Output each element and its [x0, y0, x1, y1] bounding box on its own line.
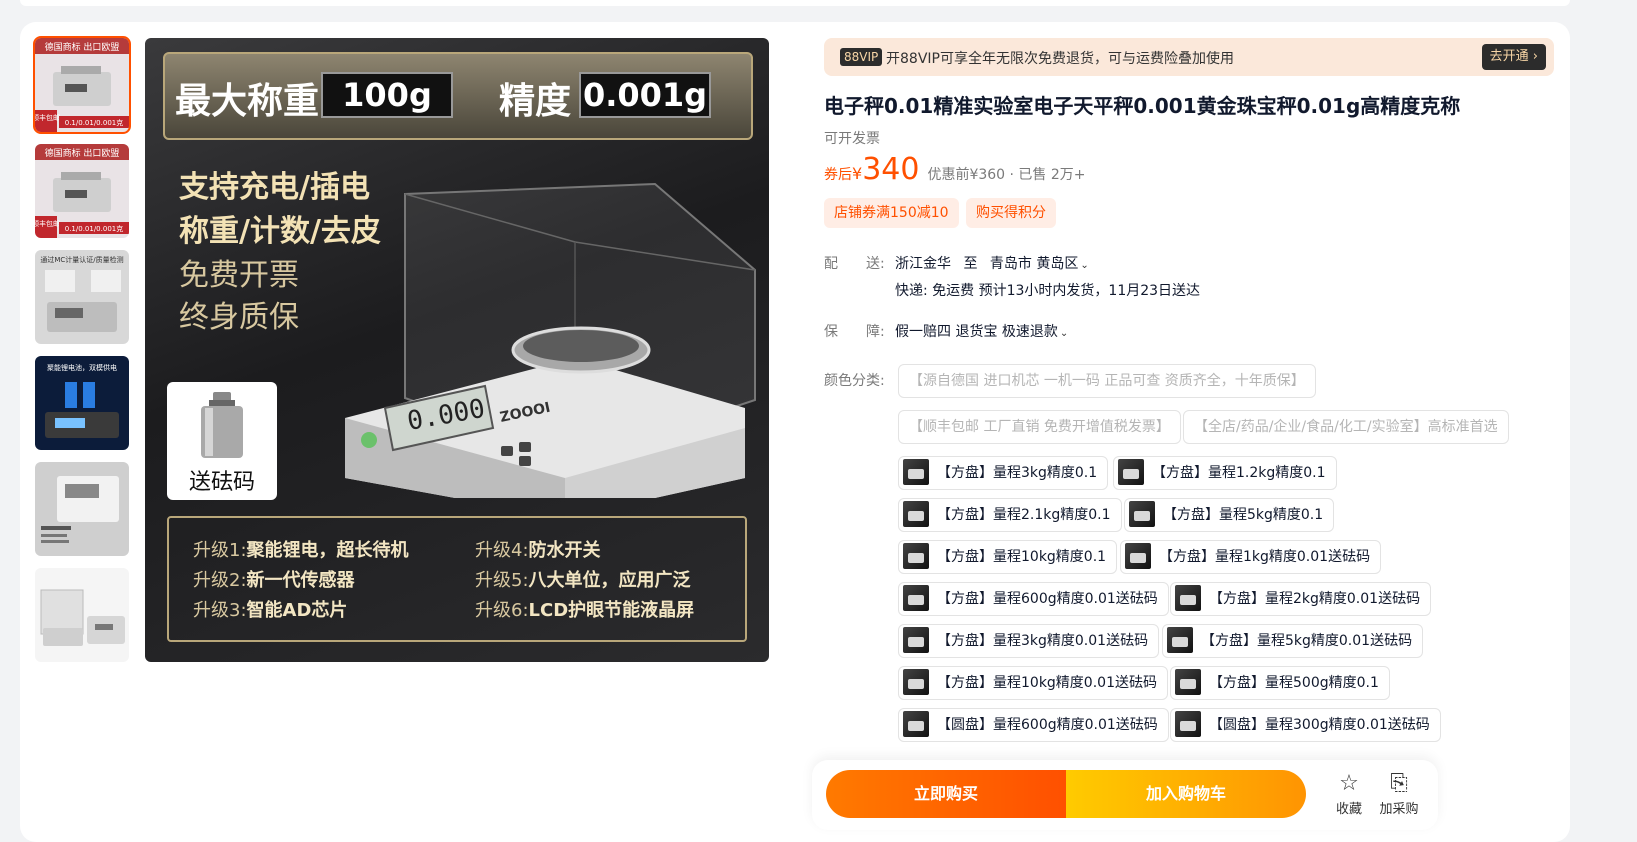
add-purchase-label: 加采购: [1379, 802, 1419, 817]
feature-warranty: 终身质保: [179, 300, 299, 335]
buy-now-button[interactable]: 立即购买: [826, 770, 1066, 818]
thumb-badge: 顺丰包邮: [35, 219, 60, 228]
thumb-caption: 0.1/0.01/0.001克: [65, 119, 123, 127]
spec-max-weight-label: 最大称重: [175, 81, 320, 122]
sku-thumbnail: [903, 710, 929, 737]
spec-precision-value: 0.001g: [579, 72, 711, 118]
sku-option[interactable]: 【方盘】量程2kg精度0.01送砝码: [1170, 582, 1432, 616]
sku-thumbnail: [903, 668, 929, 695]
coupon-tag[interactable]: 店铺券满150减10: [824, 198, 959, 228]
gift-label: 送砝码: [188, 470, 255, 495]
thumbnail-6[interactable]: [35, 568, 129, 662]
thumbnail-1[interactable]: 德国商标 出口欧盟 顺丰包邮 0.1/0.01/0.001克: [33, 36, 131, 134]
upgrade-list: 升级1:聚能锂电，超长待机 升级2:新一代传感器 升级3:智能AD芯片 升级4:…: [167, 516, 747, 642]
delivery-detail: 快递: 免运费 预计13小时内发货，11月23日送达: [895, 283, 1201, 299]
thumb-caption: 0.1/0.01/0.001克: [65, 225, 123, 233]
chevron-down-icon[interactable]: ⌄: [1060, 328, 1068, 339]
price-currency: ¥: [852, 164, 863, 183]
sku-thumbnail: [903, 458, 929, 485]
sku-thumbnail: [1175, 668, 1201, 695]
add-to-cart-button[interactable]: 加入购物车: [1066, 770, 1306, 818]
sku-thumbnail: [1125, 542, 1151, 569]
delivery-destination[interactable]: 青岛市 黄岛区: [990, 256, 1078, 272]
upgrade-item: 升级5:八大单位，应用广泛: [475, 570, 691, 591]
guarantee-value[interactable]: 假一赔四 退货宝 极速退款 ⌄: [895, 321, 1068, 341]
upgrade-item: 升级2:新一代传感器: [193, 570, 355, 591]
sku-thumbnail: [1175, 710, 1201, 737]
product-title: 电子秤0.01精准实验室电子天平秤0.001黄金珠宝秤0.01g高精度克称: [824, 94, 1461, 118]
delivery-route: 浙江金华 至 青岛市 黄岛区 ⌄: [895, 253, 1089, 273]
sku-option-text[interactable]: 【源自德国 进口机芯 一机一码 正品可查 资质齐全，十年质保】: [898, 364, 1316, 398]
sku-option[interactable]: 【方盘】量程1.2kg精度0.1: [1113, 456, 1337, 490]
thumbnail-2[interactable]: 德国商标 出口欧盟 顺丰包邮 0.1/0.01/0.001克: [35, 144, 129, 238]
sku-label: 颜色分类:: [824, 373, 885, 389]
favorite-label: 收藏: [1335, 802, 1362, 817]
chevron-down-icon[interactable]: ⌄: [1080, 260, 1088, 271]
sku-thumbnail: [1129, 500, 1155, 527]
sku-thumbnail: [903, 542, 929, 569]
upgrade-item: 升级3:智能AD芯片: [193, 600, 348, 621]
invoice-note: 可开发票: [824, 131, 880, 147]
sku-option[interactable]: 【方盘】量程500g精度0.1: [1170, 666, 1390, 700]
sku-option[interactable]: 【圆盘】量程300g精度0.01送砝码: [1170, 708, 1441, 742]
upgrade-item: 升级1:聚能锂电，超长待机: [193, 540, 409, 561]
thumbnail-4[interactable]: 聚能锂电池，双模供电: [35, 356, 129, 450]
thumbnail-3[interactable]: 通过MC计量认证/质量检测: [35, 250, 129, 344]
sku-thumbnail: [1175, 584, 1201, 611]
sku-thumbnail: [903, 500, 929, 527]
thumb-top-label: 德国商标 出口欧盟: [45, 41, 120, 53]
vip-text: 开88VIP可享全年无限次免费退货，可与运费险叠加使用: [886, 51, 1234, 67]
thumb-top-label: 聚能锂电池，双模供电: [47, 363, 117, 372]
sku-thumbnail: [903, 584, 929, 611]
star-icon: ☆: [1339, 771, 1359, 796]
price-prefix: 券后: [824, 167, 852, 183]
purchase-list-icon: ⎘: [1390, 771, 1408, 796]
thumb-top-label: 德国商标 出口欧盟: [45, 147, 120, 159]
price-original-sold: 优惠前¥360 · 已售 2万+: [927, 167, 1086, 183]
delivery-from: 浙江金华: [895, 256, 951, 272]
sku-option[interactable]: 【圆盘】量程600g精度0.01送砝码: [898, 708, 1169, 742]
sku-option-text[interactable]: 【顺丰包邮 工厂直销 免费开增值税发票】: [898, 410, 1181, 444]
thumbnail-list: 德国商标 出口欧盟 顺丰包邮 0.1/0.01/0.001克 德国商标 出口欧盟…: [33, 36, 131, 674]
add-purchase-button[interactable]: ⎘ 加采购: [1374, 771, 1424, 818]
spec-max-weight-value: 100g: [321, 72, 453, 118]
vip-badge: 88VIP: [840, 48, 883, 66]
sku-option[interactable]: 【方盘】量程3kg精度0.01送砝码: [898, 624, 1160, 658]
sku-option-text[interactable]: 【全店/药品/企业/食品/化工/实验室】高标准首选: [1183, 410, 1509, 444]
sku-option[interactable]: 【方盘】量程1kg精度0.01送砝码: [1120, 540, 1382, 574]
gift-weight-box: 送砝码: [167, 382, 277, 500]
sku-thumbnail: [1118, 458, 1144, 485]
calibration-weight-icon: [201, 392, 243, 458]
upgrade-item: 升级6:LCD护眼节能液晶屏: [475, 600, 695, 621]
sku-option[interactable]: 【方盘】量程600g精度0.01送砝码: [898, 582, 1169, 616]
main-product-image[interactable]: 最大称重 100g 精度 0.001g 支持充电/插电 称重/计数/去皮 免费开…: [145, 38, 769, 662]
delivery-to-word: 至: [963, 256, 978, 272]
top-bar: [20, 0, 1570, 6]
spec-precision-label: 精度: [499, 81, 572, 122]
sku-option[interactable]: 【方盘】量程3kg精度0.1: [898, 456, 1109, 490]
delivery-label: 配 送:: [824, 256, 885, 272]
points-tag[interactable]: 购买得积分: [966, 198, 1056, 228]
guarantee-label: 保 障:: [824, 324, 885, 340]
favorite-button[interactable]: ☆ 收藏: [1324, 771, 1374, 818]
sku-option[interactable]: 【方盘】量程5kg精度0.01送砝码: [1162, 624, 1424, 658]
sku-thumbnail: [903, 626, 929, 653]
price-value: 340: [862, 152, 920, 187]
sku-option[interactable]: 【方盘】量程10kg精度0.01送砝码: [898, 666, 1168, 700]
sku-option[interactable]: 【方盘】量程10kg精度0.1: [898, 540, 1118, 574]
thumb-badge: 顺丰包邮: [35, 113, 60, 122]
upgrade-item: 升级4:防水开关: [475, 540, 601, 561]
spec-banner: 最大称重 100g 精度 0.001g: [163, 52, 753, 140]
price-row: 券后 ¥ 340 优惠前¥360 · 已售 2万+: [824, 152, 1086, 188]
sku-option[interactable]: 【方盘】量程5kg精度0.1: [1124, 498, 1335, 532]
sku-option[interactable]: 【方盘】量程2.1kg精度0.1: [898, 498, 1122, 532]
purchase-action-bar: 立即购买 加入购物车 ☆ 收藏 ⎘ 加采购: [812, 760, 1438, 830]
thumb-top-label: 通过MC计量认证/质量检测: [40, 255, 123, 264]
thumbnail-5[interactable]: [35, 462, 129, 556]
balance-illustration: 0.000 ZOOOI: [345, 182, 756, 498]
feature-invoice: 免费开票: [179, 258, 299, 293]
sku-thumbnail: [1167, 626, 1193, 653]
vip-open-button[interactable]: 去开通 ›: [1481, 44, 1546, 70]
vip-banner: 88VIP 开88VIP可享全年无限次免费退货，可与运费险叠加使用 去开通 ›: [824, 38, 1554, 76]
